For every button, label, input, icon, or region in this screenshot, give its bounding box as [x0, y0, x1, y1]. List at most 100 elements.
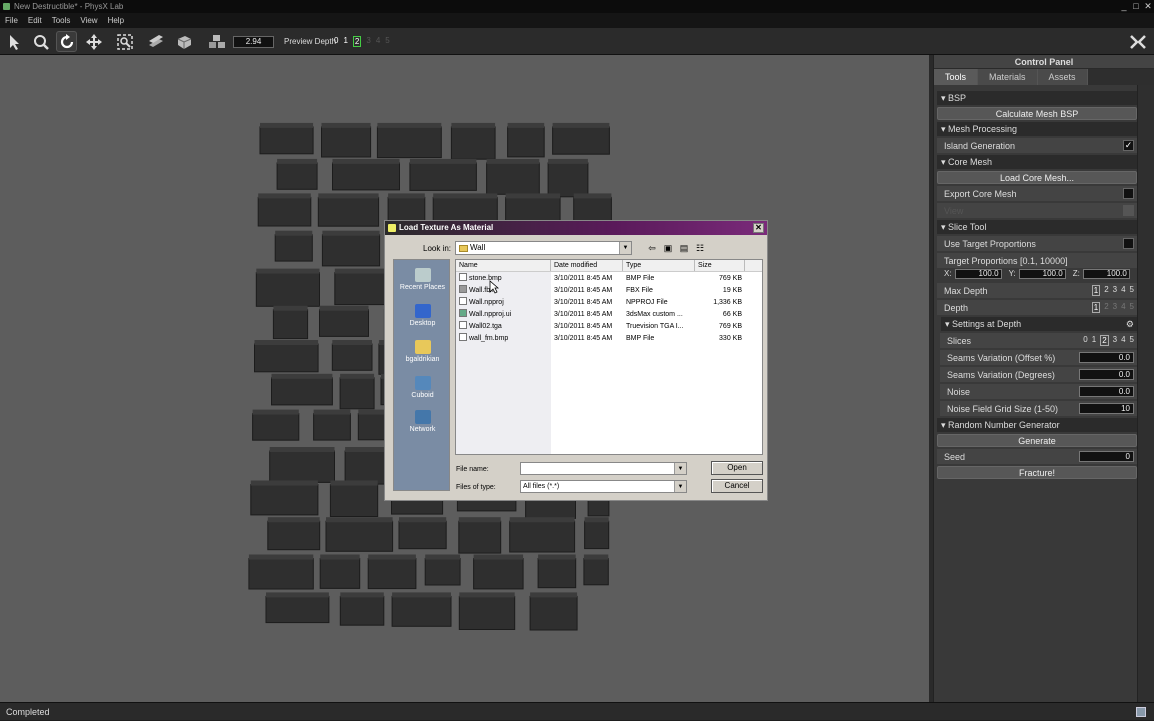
- section-bsp[interactable]: ▾ BSP: [937, 91, 1137, 105]
- max-depth-5[interactable]: 5: [1130, 285, 1134, 296]
- max-depth-1[interactable]: 1: [1091, 285, 1101, 296]
- file-row[interactable]: wall_fm.bmp 3/10/2011 8:45 AM BMP File 3…: [456, 333, 745, 344]
- column-name[interactable]: Name: [456, 260, 551, 271]
- tab-tools[interactable]: Tools: [934, 69, 979, 85]
- seed-field[interactable]: 0: [1079, 451, 1134, 462]
- file-list[interactable]: Name Date modified Type Size stone.bmp 3…: [455, 259, 763, 455]
- z-field[interactable]: 100.0: [1082, 268, 1130, 279]
- place-desktop[interactable]: Desktop: [394, 304, 451, 327]
- noise-grid-field[interactable]: 10: [1079, 403, 1134, 414]
- max-depth-row: Max Depth 1 2 3 4 5: [937, 283, 1137, 298]
- box-tool-icon[interactable]: [173, 31, 194, 52]
- depth-3[interactable]: 3: [1113, 302, 1117, 313]
- slices-5[interactable]: 5: [1130, 335, 1134, 346]
- chevron-down-icon[interactable]: ▼: [674, 463, 686, 474]
- tga-file-icon: [459, 321, 467, 329]
- slices-2[interactable]: 2: [1100, 335, 1109, 346]
- preview-depth-5[interactable]: 5: [385, 36, 389, 47]
- slice-tool-icon[interactable]: [145, 31, 166, 52]
- column-date-modified[interactable]: Date modified: [551, 260, 623, 271]
- dialog-close-button[interactable]: ✕: [753, 223, 764, 233]
- section-settings-at-depth[interactable]: ▾ Settings at Depth ⚙: [941, 317, 1137, 331]
- place-computer[interactable]: Cuboid: [394, 376, 451, 399]
- generate-button[interactable]: Generate: [937, 434, 1137, 447]
- export-core-mesh-checkbox[interactable]: [1123, 188, 1134, 199]
- gear-icon[interactable]: ⚙: [1126, 317, 1134, 331]
- column-type[interactable]: Type: [623, 260, 695, 271]
- place-network[interactable]: Network: [394, 410, 451, 433]
- rotate-tool-icon[interactable]: [56, 31, 77, 52]
- section-core-mesh[interactable]: ▾ Core Mesh: [937, 155, 1137, 169]
- fit-view-icon[interactable]: [114, 31, 135, 52]
- slices-3[interactable]: 3: [1113, 335, 1117, 346]
- use-target-proportions-checkbox[interactable]: [1123, 238, 1134, 249]
- depth-2[interactable]: 2: [1104, 302, 1108, 313]
- preview-depth-1[interactable]: 1: [343, 36, 347, 47]
- chunks-tool-icon[interactable]: [206, 31, 227, 52]
- menu-edit[interactable]: Edit: [28, 13, 42, 28]
- depth-1[interactable]: 1: [1091, 302, 1101, 313]
- load-core-mesh-button[interactable]: Load Core Mesh...: [937, 171, 1137, 184]
- preview-depth-4[interactable]: 4: [376, 36, 380, 47]
- menu-tools[interactable]: Tools: [52, 13, 71, 28]
- menu-file[interactable]: File: [5, 13, 18, 28]
- place-recent[interactable]: Recent Places: [394, 268, 451, 291]
- close-button[interactable]: ✕: [1142, 0, 1154, 13]
- menu-view[interactable]: View: [80, 13, 97, 28]
- wall-brick: [376, 126, 442, 159]
- slices-0[interactable]: 0: [1083, 335, 1087, 346]
- wall-brick: [398, 520, 447, 550]
- calculate-mesh-bsp-button[interactable]: Calculate Mesh BSP: [937, 107, 1137, 120]
- depth-4[interactable]: 4: [1121, 302, 1125, 313]
- max-depth-3[interactable]: 3: [1113, 285, 1117, 296]
- preview-depth-0[interactable]: 0: [334, 36, 338, 47]
- panel-scrollbar[interactable]: [1137, 85, 1154, 702]
- slices-1[interactable]: 1: [1092, 335, 1096, 346]
- file-row[interactable]: stone.bmp 3/10/2011 8:45 AM BMP File 769…: [456, 273, 745, 284]
- view-menu-icon[interactable]: ☷: [694, 242, 706, 254]
- cancel-button[interactable]: Cancel: [711, 479, 763, 493]
- preview-depth-2[interactable]: 2: [352, 36, 362, 47]
- select-tool-icon[interactable]: [4, 31, 25, 52]
- new-folder-icon[interactable]: ▤: [678, 242, 690, 254]
- island-generation-checkbox[interactable]: ✓: [1123, 140, 1134, 151]
- noise-field[interactable]: 0.0: [1079, 386, 1134, 397]
- y-field[interactable]: 100.0: [1018, 268, 1066, 279]
- section-mesh-processing[interactable]: ▾ Mesh Processing: [937, 122, 1137, 136]
- place-user[interactable]: bgaldrikian: [394, 340, 451, 363]
- file-row[interactable]: Wall.npproj 3/10/2011 8:45 AM NPPROJ Fil…: [456, 297, 745, 308]
- depth-5[interactable]: 5: [1130, 302, 1134, 313]
- dialog-titlebar[interactable]: Load Texture As Material ✕: [385, 221, 767, 235]
- max-depth-2[interactable]: 2: [1104, 285, 1108, 296]
- slices-4[interactable]: 4: [1121, 335, 1125, 346]
- minimize-button[interactable]: _: [1118, 0, 1130, 13]
- fracture-button[interactable]: Fracture!: [937, 466, 1137, 479]
- file-row[interactable]: Wall.npproj.ui 3/10/2011 8:45 AM 3dsMax …: [456, 309, 745, 320]
- up-folder-icon[interactable]: ▣: [662, 242, 674, 254]
- wall-brick: [321, 126, 372, 158]
- file-row[interactable]: Wall.fbx 3/10/2011 8:45 AM FBX File 19 K…: [456, 285, 745, 296]
- file-name-input[interactable]: ▼: [520, 462, 687, 475]
- seams-degrees-field[interactable]: 0.0: [1079, 369, 1134, 380]
- look-in-dropdown[interactable]: Wall ▼: [455, 241, 632, 255]
- seams-offset-field[interactable]: 0.0: [1079, 352, 1134, 363]
- tab-assets[interactable]: Assets: [1037, 69, 1088, 85]
- files-of-type-dropdown[interactable]: All files (*.*) ▼: [520, 480, 687, 493]
- zoom-tool-icon[interactable]: [30, 31, 51, 52]
- maximize-button[interactable]: □: [1130, 0, 1142, 13]
- chunk-value-field[interactable]: 2.94: [233, 36, 274, 48]
- file-row[interactable]: Wall02.tga 3/10/2011 8:45 AM Truevision …: [456, 321, 745, 332]
- target-proportions-label: Target Proportions [0.1, 10000]: [944, 255, 1068, 266]
- max-depth-4[interactable]: 4: [1121, 285, 1125, 296]
- preview-depth-3[interactable]: 3: [366, 36, 370, 47]
- menu-help[interactable]: Help: [108, 13, 124, 28]
- section-slice-tool[interactable]: ▾ Slice Tool: [937, 220, 1137, 234]
- back-arrow-icon[interactable]: ⇦: [646, 242, 658, 254]
- column-size[interactable]: Size: [695, 260, 745, 271]
- open-button[interactable]: Open: [711, 461, 763, 475]
- wall-brick-top: [332, 340, 372, 345]
- move-tool-icon[interactable]: [83, 31, 104, 52]
- x-field[interactable]: 100.0: [954, 268, 1002, 279]
- section-random-number-generator[interactable]: ▾ Random Number Generator: [937, 418, 1137, 432]
- tab-materials[interactable]: Materials: [978, 69, 1038, 85]
